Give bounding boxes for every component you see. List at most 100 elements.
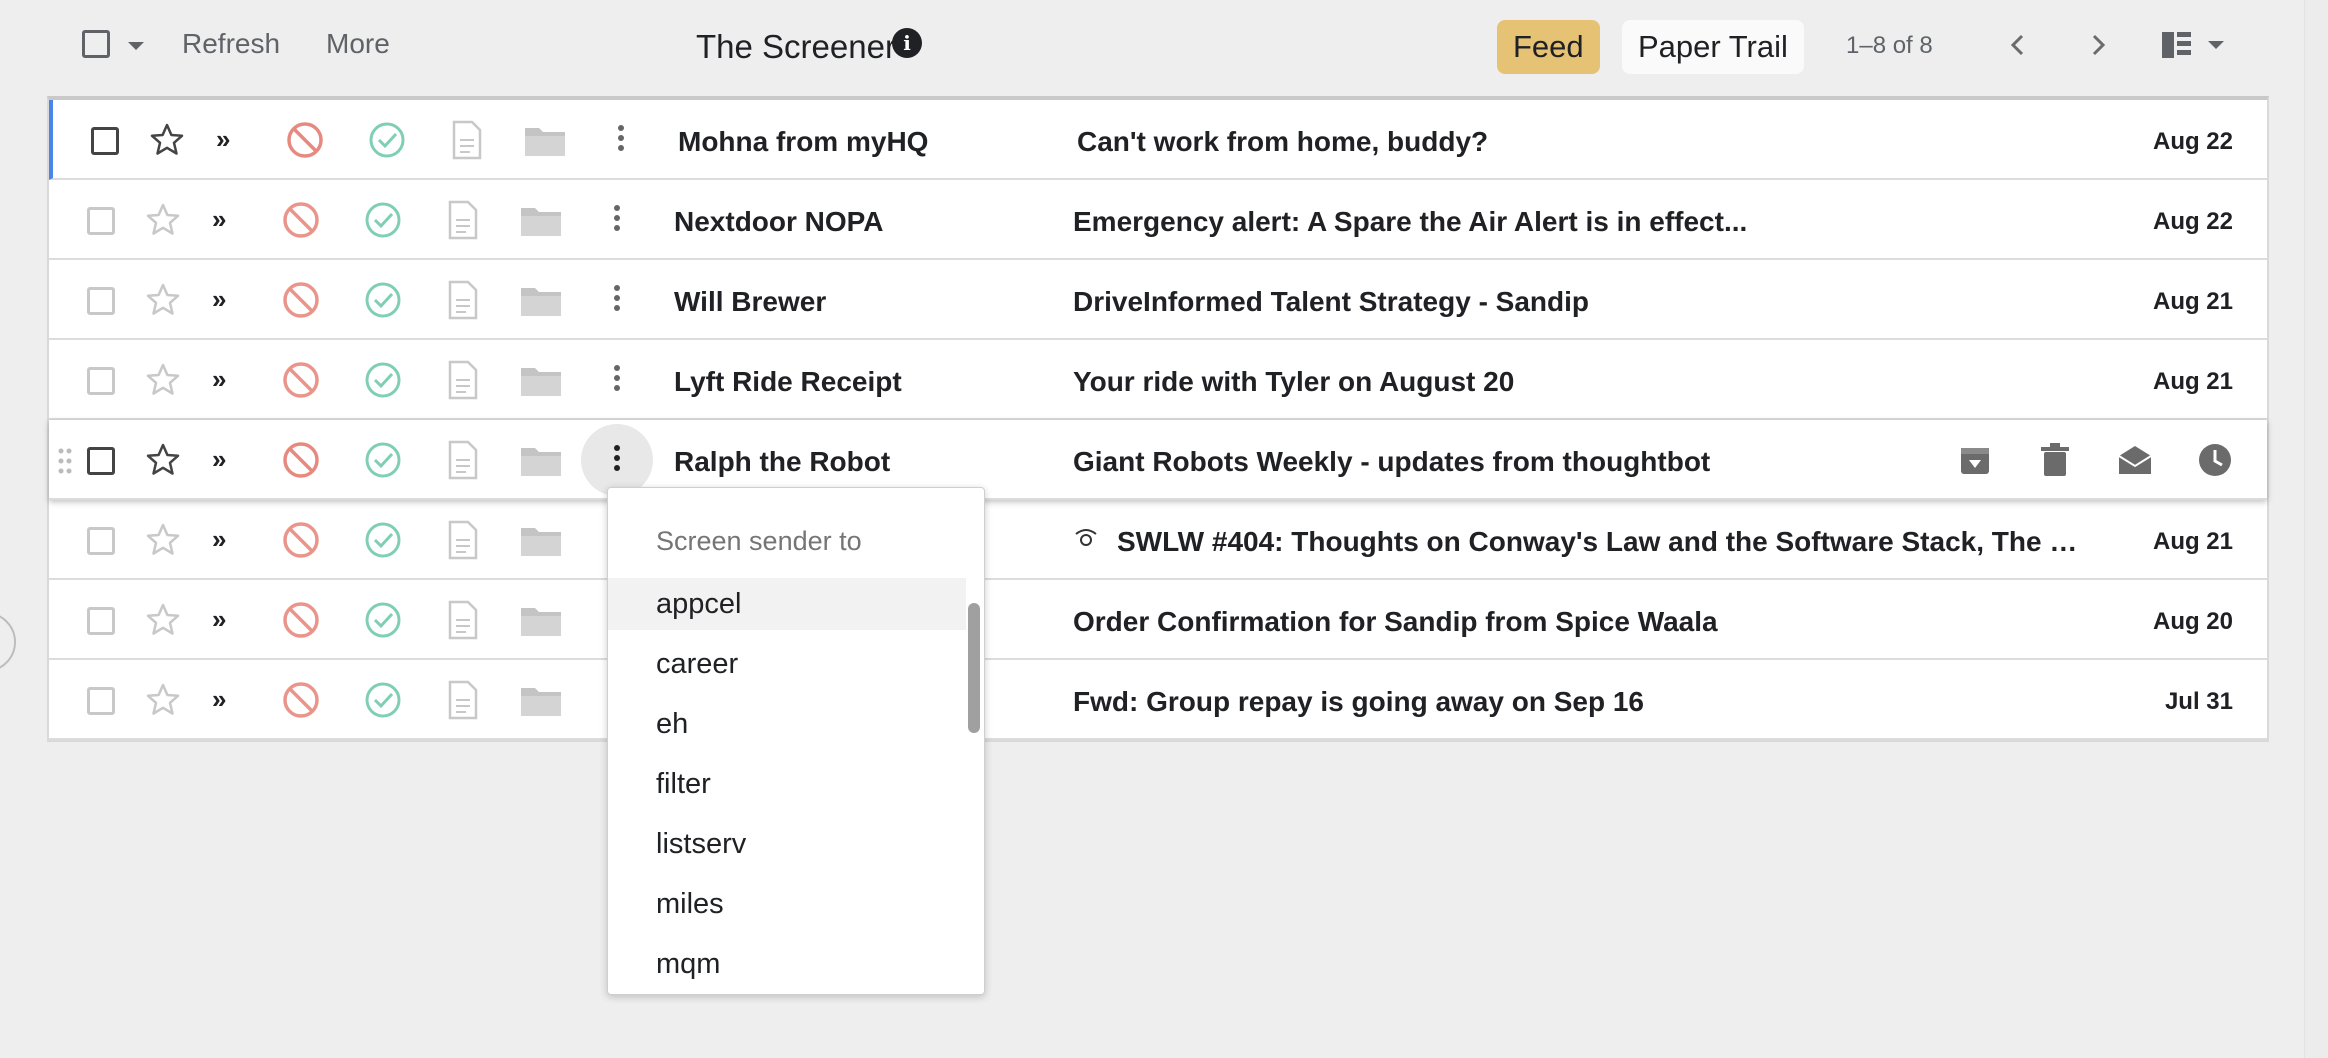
star-icon[interactable]: [145, 362, 181, 398]
select-all-checkbox[interactable]: [82, 30, 110, 58]
message-row[interactable]: » Nextdoor NOPA Emergency alert: A Spare t…: [49, 180, 2267, 260]
more-vert-icon[interactable]: [609, 202, 625, 238]
row-checkbox[interactable]: [91, 127, 119, 155]
split-pane-toggle-icon[interactable]: [2158, 30, 2228, 60]
folder-icon[interactable]: [519, 442, 563, 478]
mark-read-icon[interactable]: [2115, 440, 2155, 480]
chevron-double-right-icon[interactable]: »: [212, 284, 226, 315]
menu-item-listserv[interactable]: listserv: [608, 818, 966, 870]
select-dropdown-caret-icon[interactable]: [128, 42, 144, 50]
block-icon[interactable]: [281, 440, 321, 480]
document-icon[interactable]: [447, 360, 479, 400]
message-row[interactable]: » Mohna from myHQ Can't work from home, bu…: [49, 100, 2267, 180]
chevron-double-right-icon[interactable]: »: [212, 524, 226, 555]
row-checkbox[interactable]: [87, 687, 115, 715]
star-icon[interactable]: [145, 522, 181, 558]
folder-icon[interactable]: [519, 202, 563, 238]
approve-check-icon[interactable]: [363, 280, 403, 320]
message-row[interactable]: » Order Confirmation for Sandip from Spic…: [49, 580, 2267, 660]
feed-button[interactable]: Feed: [1497, 20, 1600, 74]
row-checkbox[interactable]: [87, 367, 115, 395]
paper-trail-button[interactable]: Paper Trail: [1622, 20, 1804, 74]
row-date: Aug 20: [2152, 608, 2233, 635]
star-icon[interactable]: [145, 442, 181, 478]
approve-check-icon[interactable]: [363, 520, 403, 560]
folder-icon[interactable]: [519, 522, 563, 558]
block-icon[interactable]: [281, 680, 321, 720]
approve-check-icon[interactable]: [367, 120, 407, 160]
row-checkbox[interactable]: [87, 207, 115, 235]
folder-icon[interactable]: [519, 602, 563, 638]
document-icon[interactable]: [447, 520, 479, 560]
message-list: » Mohna from myHQ Can't work from home, bu…: [47, 96, 2269, 742]
document-icon[interactable]: [451, 120, 483, 160]
block-icon[interactable]: [285, 120, 325, 160]
document-icon[interactable]: [447, 600, 479, 640]
star-icon[interactable]: [145, 282, 181, 318]
message-row[interactable]: » Will Brewer DriveInformed Talent Strateg…: [49, 260, 2267, 340]
star-icon[interactable]: [149, 122, 185, 158]
block-icon[interactable]: [281, 280, 321, 320]
chevron-double-right-icon[interactable]: »: [212, 604, 226, 635]
row-checkbox[interactable]: [87, 287, 115, 315]
menu-item-filter[interactable]: filter: [608, 758, 966, 810]
star-icon[interactable]: [145, 602, 181, 638]
folder-icon[interactable]: [523, 122, 567, 158]
approve-check-icon[interactable]: [363, 680, 403, 720]
drag-handle-icon[interactable]: [57, 446, 73, 476]
archive-icon[interactable]: [1955, 440, 1995, 480]
document-icon[interactable]: [447, 280, 479, 320]
message-row[interactable]: » Ralph the Robot Giant Robots Weekly - up…: [49, 420, 2267, 500]
chevron-double-right-icon[interactable]: »: [212, 444, 226, 475]
row-checkbox[interactable]: [87, 447, 115, 475]
more-vert-icon[interactable]: [609, 282, 625, 318]
menu-item-eh[interactable]: eh: [608, 698, 966, 750]
document-icon[interactable]: [447, 200, 479, 240]
approve-check-icon[interactable]: [363, 440, 403, 480]
row-subject: Your ride with Tyler on August 20: [1073, 366, 1515, 397]
folder-icon[interactable]: [519, 682, 563, 718]
toolbar: Refresh More The Screener i Feed Paper T…: [0, 0, 2300, 96]
star-icon[interactable]: [145, 682, 181, 718]
star-icon[interactable]: [145, 202, 181, 238]
more-vert-icon[interactable]: [609, 442, 625, 478]
next-page-icon[interactable]: [2083, 30, 2113, 60]
menu-item-career[interactable]: career: [608, 638, 966, 690]
chevron-double-right-icon[interactable]: »: [212, 364, 226, 395]
menu-item-mqm[interactable]: mqm: [608, 938, 966, 990]
thread-loop-icon: [1075, 529, 1097, 546]
document-icon[interactable]: [447, 440, 479, 480]
more-button[interactable]: More: [326, 28, 390, 60]
trash-icon[interactable]: [2035, 440, 2075, 480]
row-checkbox[interactable]: [87, 527, 115, 555]
side-panel-toggle[interactable]: [0, 612, 16, 672]
row-checkbox[interactable]: [87, 607, 115, 635]
more-vert-icon[interactable]: [609, 362, 625, 398]
approve-check-icon[interactable]: [363, 200, 403, 240]
row-subject: Fwd: Group repay is going away on Sep 16: [1073, 686, 1644, 717]
chevron-double-right-icon[interactable]: »: [212, 684, 226, 715]
info-icon[interactable]: i: [892, 28, 922, 58]
message-row[interactable]: » SWLW #404: Thoughts on Conway's Law and…: [49, 500, 2267, 580]
previous-page-icon[interactable]: [2003, 30, 2033, 60]
more-vert-icon[interactable]: [613, 122, 629, 158]
menu-item-miles[interactable]: miles: [608, 878, 966, 930]
folder-icon[interactable]: [519, 282, 563, 318]
menu-item-appcel[interactable]: appcel: [608, 578, 966, 630]
document-icon[interactable]: [447, 680, 479, 720]
menu-scrollbar[interactable]: [968, 603, 980, 733]
block-icon[interactable]: [281, 600, 321, 640]
folder-icon[interactable]: [519, 362, 563, 398]
snooze-clock-icon[interactable]: [2195, 440, 2235, 480]
block-icon[interactable]: [281, 520, 321, 560]
approve-check-icon[interactable]: [363, 600, 403, 640]
row-date: Jul 31: [2164, 688, 2233, 715]
chevron-double-right-icon[interactable]: »: [212, 204, 226, 235]
message-row[interactable]: » Lyft Ride Receipt Your ride with Tyler o…: [49, 340, 2267, 420]
message-row[interactable]: » Fwd: Group repay is going away on Sep 1…: [49, 660, 2267, 740]
refresh-button[interactable]: Refresh: [182, 28, 280, 60]
chevron-double-right-icon[interactable]: »: [216, 124, 230, 155]
block-icon[interactable]: [281, 360, 321, 400]
approve-check-icon[interactable]: [363, 360, 403, 400]
block-icon[interactable]: [281, 200, 321, 240]
